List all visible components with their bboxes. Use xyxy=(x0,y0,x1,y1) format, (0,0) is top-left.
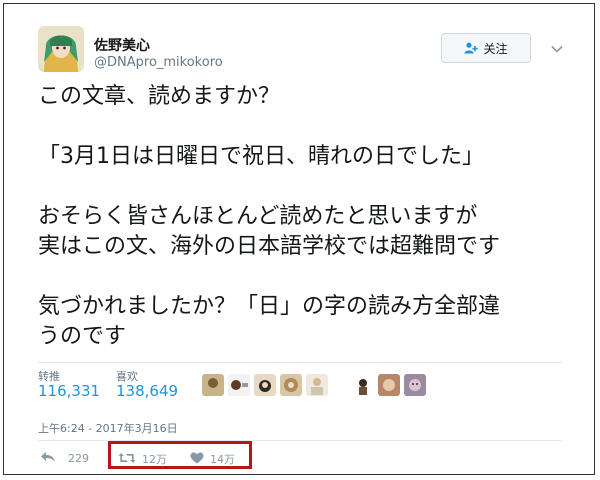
liker-avatars xyxy=(202,374,426,396)
tweet-line: 実はこの文、海外の日本語学校では超難問です xyxy=(38,234,501,259)
tweet-timestamp[interactable]: 上午6:24 - 2017年3月16日 xyxy=(38,420,178,436)
highlight-box xyxy=(108,441,252,469)
chevron-down-icon xyxy=(551,38,563,57)
liker-avatar[interactable] xyxy=(352,374,374,396)
tweet-line: おそらく皆さんほとんど読めたと思いますが xyxy=(38,204,478,229)
liker-avatar[interactable] xyxy=(228,374,250,396)
liker-avatar[interactable] xyxy=(202,374,224,396)
liker-avatar[interactable] xyxy=(254,374,276,396)
tweet-line: 「3月1日は日曜日で祝日、晴れの日でした」 xyxy=(38,144,484,169)
add-user-icon xyxy=(464,42,479,54)
liker-avatar[interactable] xyxy=(306,374,328,396)
likes-count[interactable]: 138,649 xyxy=(116,382,178,400)
tweet-line: この文章、読めますか？ xyxy=(38,84,281,109)
display-name[interactable]: 佐野美心 xyxy=(94,35,150,55)
liker-avatar[interactable] xyxy=(404,374,426,396)
follow-button[interactable]: 关注 xyxy=(441,33,531,63)
reply-icon xyxy=(40,451,56,466)
follow-button-label: 关注 xyxy=(483,41,508,56)
more-menu-button[interactable] xyxy=(548,38,566,56)
tweet-line: うのです xyxy=(38,324,127,349)
tweet-text: この文章、読めますか？ 「3月1日は日曜日で祝日、晴れの日でした」 おそらく皆さ… xyxy=(38,82,586,352)
reply-count: 229 xyxy=(68,452,89,465)
retweets-count[interactable]: 116,331 xyxy=(38,382,100,400)
user-handle[interactable]: @DNApro_mikokoro xyxy=(94,55,223,70)
tweet-line: 気づかれましたか？「日」の字の読み方全部違 xyxy=(38,294,501,319)
reply-button[interactable]: 229 xyxy=(40,451,89,466)
liker-avatar[interactable] xyxy=(378,374,400,396)
divider xyxy=(38,362,562,363)
liker-avatar[interactable] xyxy=(280,374,302,396)
avatar[interactable] xyxy=(38,26,84,72)
